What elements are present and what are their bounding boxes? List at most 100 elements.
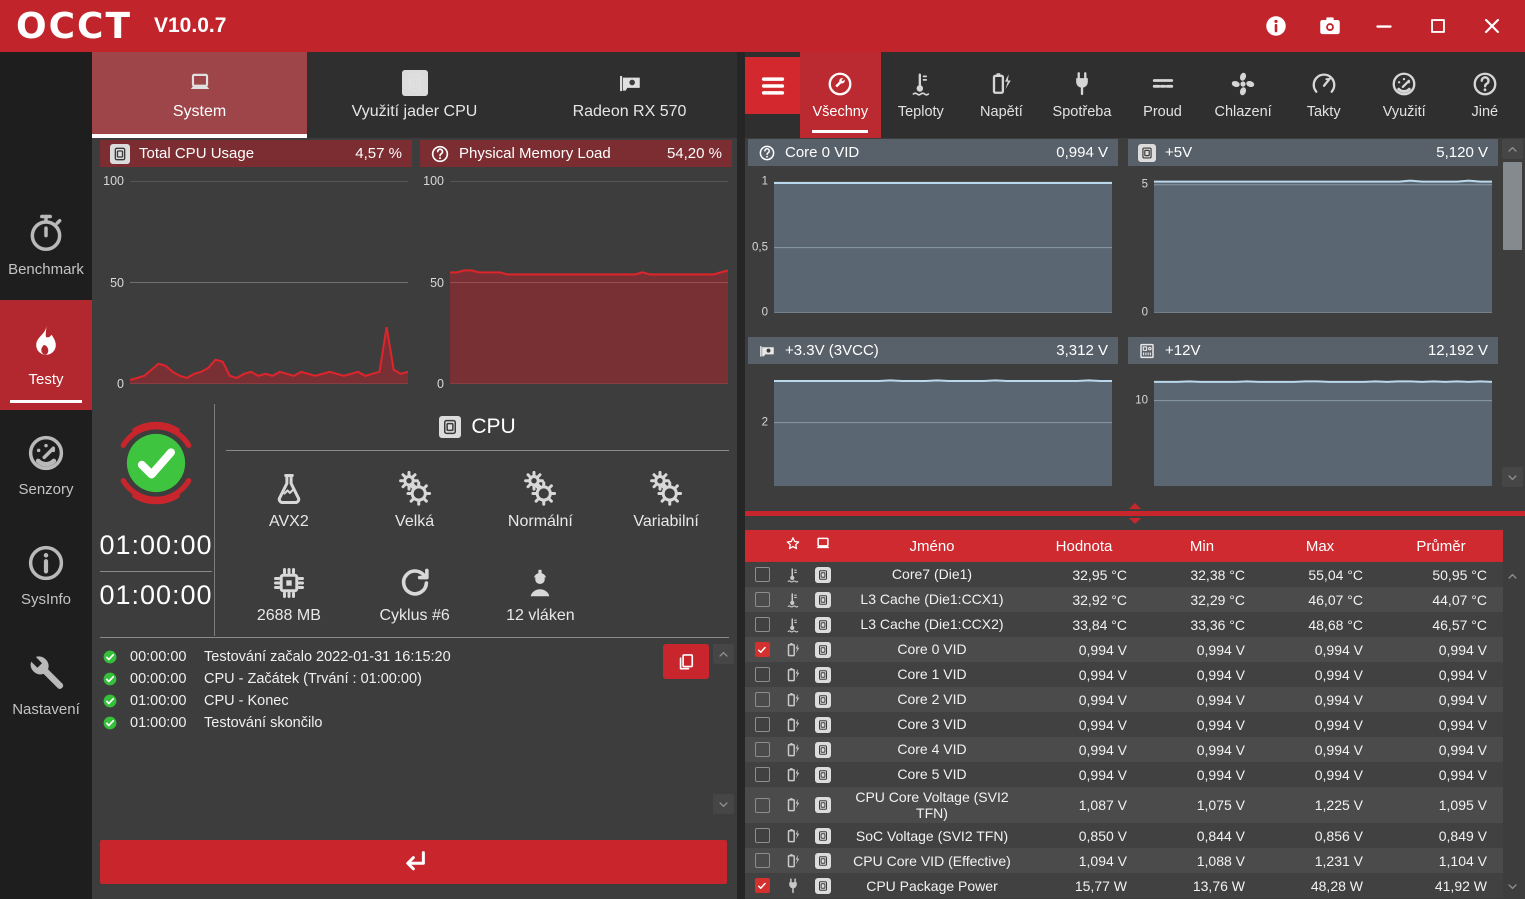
device-tabstrip: SystemVyužití jader CPURadeon RX 570: [92, 52, 737, 138]
y-axis: 10,50: [748, 177, 774, 313]
sensor-select-checkbox[interactable]: [755, 592, 770, 607]
sensor-table-header: Jméno Hodnota Min Max Průměr: [745, 530, 1503, 562]
config-2688-mb[interactable]: 2688 MB: [226, 551, 352, 639]
sensor-row-soc-voltage-svi2-tfn[interactable]: SoC Voltage (SVI2 TFN)0,850 V0,844 V0,85…: [745, 823, 1503, 848]
sensor-select-checkbox[interactable]: [755, 798, 770, 813]
table-scroll-down-button[interactable]: [1502, 876, 1523, 896]
sensor-select-checkbox[interactable]: [755, 667, 770, 682]
screen-icon: [815, 878, 831, 894]
sidebar-item-nastaveni[interactable]: Nastavení: [0, 630, 92, 740]
sensor-row-core-1-vid[interactable]: Core 1 VID0,994 V0,994 V0,994 V0,994 V: [745, 662, 1503, 687]
config-variabilni[interactable]: Variabilní: [603, 457, 729, 545]
plus-5v-plot: [1154, 177, 1492, 313]
sensor-tab-chlazeni[interactable]: Chlazení: [1203, 52, 1284, 138]
sensor-avg: 0,994 V: [1379, 767, 1503, 783]
sensor-tab-jine[interactable]: Jiné: [1445, 52, 1525, 138]
sensor-row-cpu-core-voltage-svi2-tfn[interactable]: CPU Core Voltage (SVI2 TFN)1,087 V1,075 …: [745, 787, 1503, 823]
sensor-tab-vsechny[interactable]: Všechny: [800, 52, 881, 138]
sensor-select-checkbox[interactable]: [755, 642, 770, 657]
screen-icon: [439, 416, 461, 438]
sensor-tab-takty[interactable]: Takty: [1283, 52, 1364, 138]
sensor-select-checkbox[interactable]: [755, 742, 770, 757]
config-avx2[interactable]: AVX2: [226, 457, 352, 545]
return-icon: [399, 847, 429, 877]
sensor-select-checkbox[interactable]: [755, 692, 770, 707]
sensor-tab-napeti[interactable]: Napětí: [961, 52, 1042, 138]
log-scroll-down-button[interactable]: [713, 794, 734, 814]
test-type-header: CPU: [226, 404, 729, 450]
sensor-row-core-0-vid[interactable]: Core 0 VID0,994 V0,994 V0,994 V0,994 V: [745, 637, 1503, 662]
sensor-select-checkbox[interactable]: [755, 853, 770, 868]
column-header-value[interactable]: Hodnota: [1025, 538, 1143, 555]
sensor-tab-spotreba[interactable]: Spotřeba: [1042, 52, 1123, 138]
screen-icon: [815, 767, 831, 783]
sensor-name: CPU Package Power: [839, 876, 1025, 896]
test-panel: SystemVyužití jader CPURadeon RX 570 Tot…: [92, 52, 737, 899]
minimize-button[interactable]: [1365, 7, 1403, 45]
sensor-select-checkbox[interactable]: [755, 767, 770, 782]
config-12-vlaken[interactable]: 12 vláken: [478, 551, 604, 639]
power-icon: [784, 877, 802, 895]
sensor-value: 1,094 V: [1025, 853, 1143, 869]
splitter-down-arrow[interactable]: [1129, 518, 1141, 524]
sensor-row-cpu-core-vid-effective[interactable]: CPU Core VID (Effective)1,094 V1,088 V1,…: [745, 848, 1503, 873]
column-header-min[interactable]: Min: [1143, 538, 1261, 555]
current-icon: [1149, 70, 1177, 98]
copy-log-button[interactable]: [663, 644, 709, 679]
sensor-select-checkbox[interactable]: [755, 617, 770, 632]
close-button[interactable]: [1473, 7, 1511, 45]
sensor-row-core-2-vid[interactable]: Core 2 VID0,994 V0,994 V0,994 V0,994 V: [745, 687, 1503, 712]
tab-system[interactable]: System: [92, 52, 307, 138]
screen-icon: [815, 853, 831, 869]
config-normalni[interactable]: Normální: [478, 457, 604, 545]
column-header-name[interactable]: Jméno: [839, 538, 1025, 555]
sensor-select-checkbox[interactable]: [755, 717, 770, 732]
tab-vyuziti-jader-cpu[interactable]: Využití jader CPU: [307, 52, 522, 138]
core-0-vid-chart: Core 0 VID 0,994 V 10,50: [748, 139, 1118, 322]
config-velka[interactable]: Velká: [352, 457, 478, 545]
sidebar-item-sysinfo[interactable]: SysInfo: [0, 520, 92, 630]
maximize-button[interactable]: [1419, 7, 1457, 45]
sidebar-item-testy[interactable]: Testy: [0, 300, 92, 410]
info-button[interactable]: [1257, 7, 1295, 45]
sidebar-item-benchmark[interactable]: Benchmark: [0, 190, 92, 300]
sensor-select-checkbox[interactable]: [755, 828, 770, 843]
sensor-tab-vyuziti[interactable]: Využití: [1364, 52, 1445, 138]
charts-scroll-up-button[interactable]: [1502, 139, 1523, 159]
sidebar-item-senzory[interactable]: Senzory: [0, 410, 92, 520]
sensor-row-l3-cache-die1-ccx1[interactable]: L3 Cache (Die1:CCX1)32,92 °C32,29 °C46,0…: [745, 587, 1503, 612]
sensor-row-core7-die1[interactable]: Core7 (Die1)32,95 °C32,38 °C55,04 °C50,9…: [745, 562, 1503, 587]
column-header-max[interactable]: Max: [1261, 538, 1379, 555]
panel-splitter[interactable]: [745, 504, 1525, 524]
config-label: Variabilní: [633, 513, 699, 531]
table-scroll-up-button[interactable]: [1502, 566, 1523, 586]
sensor-row-cpu-package-power[interactable]: CPU Package Power15,77 W13,76 W48,28 W41…: [745, 873, 1503, 898]
screenshot-button[interactable]: [1311, 7, 1349, 45]
sensor-row-l3-cache-die1-ccx2[interactable]: L3 Cache (Die1:CCX2)33,84 °C33,36 °C48,6…: [745, 612, 1503, 637]
config-cyklus-6[interactable]: Cyklus #6: [352, 551, 478, 639]
tab-radeon-rx-570[interactable]: Radeon RX 570: [522, 52, 737, 138]
run-test-button[interactable]: [100, 840, 727, 884]
sensor-tab-teploty[interactable]: Teploty: [881, 52, 962, 138]
voltage-icon: [784, 827, 802, 845]
log-divider: [100, 637, 729, 638]
charts-scrollbar-thumb[interactable]: [1503, 162, 1522, 250]
log-scroll-up-button[interactable]: [713, 644, 734, 664]
column-header-avg[interactable]: Průměr: [1379, 538, 1503, 555]
sensor-row-core-5-vid[interactable]: Core 5 VID0,994 V0,994 V0,994 V0,994 V: [745, 762, 1503, 787]
charts-scroll-down-button[interactable]: [1502, 467, 1523, 487]
splitter-up-arrow[interactable]: [1129, 503, 1141, 509]
splitter-bar[interactable]: [745, 511, 1525, 516]
sensor-row-core-3-vid[interactable]: Core 3 VID0,994 V0,994 V0,994 V0,994 V: [745, 712, 1503, 737]
y-axis: 100500: [420, 181, 450, 384]
sensor-select-checkbox[interactable]: [755, 567, 770, 582]
sidebar-item-label: Senzory: [18, 481, 73, 498]
sensor-table: Core7 (Die1)32,95 °C32,38 °C55,04 °C50,9…: [745, 562, 1503, 899]
cpu-inner-icon: [402, 70, 428, 96]
sensor-tab-proud[interactable]: Proud: [1122, 52, 1203, 138]
voltage-icon: [784, 766, 802, 784]
sensor-row-core-4-vid[interactable]: Core 4 VID0,994 V0,994 V0,994 V0,994 V: [745, 737, 1503, 762]
sensor-select-checkbox[interactable]: [755, 878, 770, 893]
sensor-menu-button[interactable]: [745, 57, 800, 114]
axis-tick-label: 0: [117, 378, 124, 391]
